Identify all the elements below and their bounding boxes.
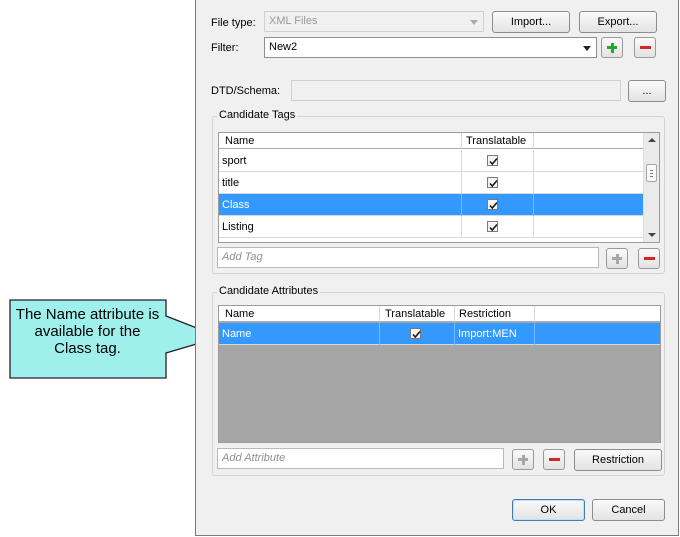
scroll-down-icon[interactable] xyxy=(648,233,656,237)
checkbox[interactable] xyxy=(487,177,498,188)
remove-filter-button[interactable] xyxy=(634,37,656,58)
filter-combo[interactable]: New2 xyxy=(264,37,597,58)
import-button[interactable]: Import... xyxy=(492,11,570,33)
tag-translatable-cell xyxy=(462,216,534,238)
add-tag-input[interactable]: Add Tag xyxy=(217,247,599,268)
file-type-label: File type: xyxy=(211,17,256,29)
browse-button[interactable]: ... xyxy=(628,80,666,102)
minus-icon xyxy=(640,46,651,49)
tag-translatable-cell xyxy=(462,172,534,194)
add-filter-button[interactable] xyxy=(601,37,623,58)
table-row[interactable]: sport xyxy=(219,150,644,172)
add-attribute-input[interactable]: Add Attribute xyxy=(217,448,504,469)
ok-button[interactable]: OK xyxy=(512,499,585,521)
table-row[interactable]: Listing xyxy=(219,216,644,238)
table-row[interactable]: Name Import:MEN xyxy=(219,323,660,345)
callout-text: The Name attribute is available for the … xyxy=(15,306,160,357)
tags-scrollbar[interactable] xyxy=(643,133,659,242)
tag-name-cell: title xyxy=(219,172,462,194)
attributes-header: Name Translatable Restriction xyxy=(219,306,660,322)
checkbox[interactable] xyxy=(487,221,498,232)
chevron-down-icon xyxy=(583,46,591,51)
candidate-attributes-title: Candidate Attributes xyxy=(217,285,321,297)
tag-name-cell: Listing xyxy=(219,216,462,238)
checkmark-icon xyxy=(489,179,498,188)
attr-col-restriction[interactable]: Restriction xyxy=(455,306,535,322)
tags-col-translatable[interactable]: Translatable xyxy=(462,133,534,149)
checkbox[interactable] xyxy=(487,155,498,166)
checkbox[interactable] xyxy=(487,199,498,210)
filter-value: New2 xyxy=(269,41,298,53)
candidate-attributes-grid[interactable]: Name Translatable Restriction Name Import… xyxy=(218,305,661,443)
attr-translatable-cell xyxy=(380,323,455,345)
chevron-down-icon xyxy=(470,20,478,25)
candidate-tags-grid[interactable]: Name Translatable sport title Class Listing xyxy=(218,132,660,243)
file-type-combo: XML Files xyxy=(264,11,484,32)
dtd-schema-input xyxy=(291,80,621,101)
tags-col-name[interactable]: Name xyxy=(219,133,462,149)
checkmark-icon xyxy=(489,223,498,232)
tag-name-cell: Class xyxy=(219,194,462,216)
restriction-button[interactable]: Restriction xyxy=(574,449,662,471)
scroll-thumb[interactable] xyxy=(646,164,657,182)
add-attribute-button[interactable] xyxy=(512,449,534,470)
dtd-schema-label: DTD/Schema: xyxy=(211,85,281,97)
minus-icon xyxy=(549,458,560,461)
add-tag-button[interactable] xyxy=(606,248,628,269)
attr-col-translatable[interactable]: Translatable xyxy=(380,306,455,322)
table-row[interactable]: title xyxy=(219,172,644,194)
minus-icon xyxy=(644,257,655,260)
candidate-tags-title: Candidate Tags xyxy=(217,109,298,121)
tag-name-cell: sport xyxy=(219,150,462,172)
add-tag-placeholder: Add Tag xyxy=(222,251,263,263)
file-type-value: XML Files xyxy=(269,15,318,27)
checkbox[interactable] xyxy=(410,328,421,339)
scroll-up-icon[interactable] xyxy=(648,138,656,142)
remove-attribute-button[interactable] xyxy=(543,449,565,470)
attr-name-cell: Name xyxy=(219,323,380,345)
table-row[interactable]: Class xyxy=(219,194,644,216)
tags-header: Name Translatable xyxy=(219,133,659,149)
xml-filter-dialog: File type: XML Files Import... Export...… xyxy=(195,0,679,536)
attr-col-name[interactable]: Name xyxy=(219,306,380,322)
export-button[interactable]: Export... xyxy=(579,11,657,33)
attr-restriction-cell: Import:MEN xyxy=(455,323,535,345)
checkmark-icon xyxy=(489,157,498,166)
add-attribute-placeholder: Add Attribute xyxy=(222,452,286,464)
filter-label: Filter: xyxy=(211,42,239,54)
remove-tag-button[interactable] xyxy=(638,248,660,269)
cancel-button[interactable]: Cancel xyxy=(592,499,665,521)
tag-translatable-cell xyxy=(462,150,534,172)
tag-translatable-cell xyxy=(462,194,534,216)
checkmark-icon xyxy=(489,201,498,210)
checkmark-icon xyxy=(412,330,421,339)
